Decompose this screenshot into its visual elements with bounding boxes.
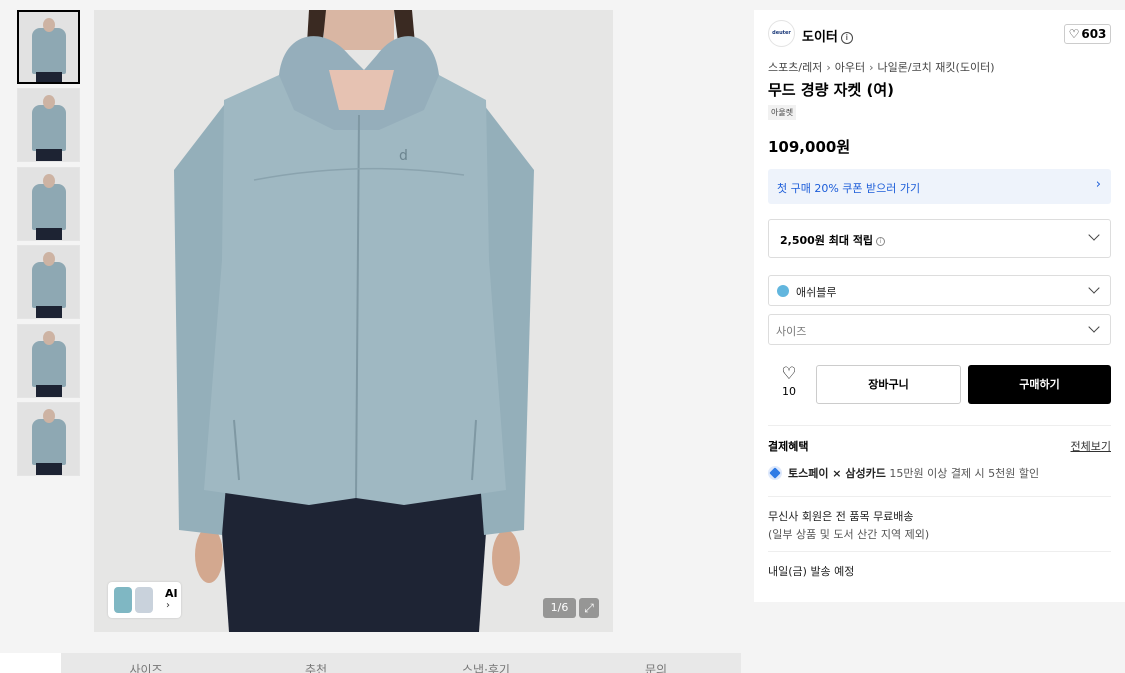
heart-icon: ♡ bbox=[781, 364, 797, 384]
color-select[interactable]: 애쉬블루 bbox=[768, 275, 1111, 306]
view-all-link[interactable]: 전체보기 bbox=[1071, 438, 1111, 454]
thumbnail-5[interactable] bbox=[17, 323, 80, 398]
expand-icon[interactable]: ⤢ bbox=[579, 598, 599, 618]
divider bbox=[768, 425, 1111, 426]
coupon-text: 첫 구매 20% 쿠폰 받으러 가기 bbox=[777, 182, 921, 195]
chevron-right-icon: › bbox=[1095, 177, 1101, 192]
wishlist-count: 10 bbox=[782, 385, 796, 398]
points-dropdown[interactable]: 2,500원 최대 적립 i bbox=[768, 219, 1111, 258]
ai-thumb-image bbox=[114, 587, 132, 613]
tab-bar-spacer bbox=[0, 653, 61, 673]
chevron-down-icon bbox=[1088, 321, 1100, 333]
chevron-down-icon bbox=[1088, 282, 1100, 294]
coupon-banner[interactable]: 첫 구매 20% 쿠폰 받으러 가기 › bbox=[768, 169, 1111, 204]
chevron-down-icon bbox=[1088, 229, 1100, 241]
pay-brand: 토스페이 × 삼성카드 bbox=[788, 467, 886, 480]
breadcrumb-item[interactable]: 스포츠/레저 bbox=[768, 61, 822, 74]
thumbnail-3[interactable] bbox=[17, 166, 80, 241]
info-icon[interactable]: i bbox=[840, 32, 853, 44]
size-select[interactable]: 사이즈 bbox=[768, 314, 1111, 345]
divider bbox=[768, 496, 1111, 497]
heart-icon: ♡ bbox=[1068, 27, 1080, 41]
brand-logo[interactable]: deuter bbox=[768, 20, 795, 47]
color-select-value: 애쉬블루 bbox=[796, 286, 837, 299]
thumbnail-2[interactable] bbox=[17, 88, 80, 163]
ai-label: AI bbox=[165, 587, 178, 600]
product-info-panel: deuter 도이터 i ♡ 603 스포츠/레저 › 아우터 › 나일론/코치 재킷(도이… bbox=[754, 10, 1125, 602]
ai-thumb-image bbox=[135, 587, 153, 613]
detail-tab-bar: 사이즈 추천 스냅·후기 문의 bbox=[61, 653, 741, 673]
payment-benefit-row: 토스페이 × 삼성카드 15만원 이상 결제 시 5천원 할인 bbox=[768, 465, 1039, 481]
payment-benefits-title: 결제혜택 bbox=[768, 440, 809, 453]
brand-row: deuter 도이터 i ♡ 603 bbox=[768, 20, 1111, 48]
brand-name[interactable]: 도이터 i bbox=[802, 26, 853, 45]
wishlist-button[interactable]: ♡ 10 bbox=[768, 365, 810, 403]
thumbnail-list bbox=[17, 10, 80, 480]
brand-like-button[interactable]: ♡ 603 bbox=[1064, 24, 1111, 44]
color-swatch bbox=[777, 285, 789, 297]
breadcrumb-item[interactable]: 아우터 bbox=[835, 61, 865, 74]
divider bbox=[768, 551, 1111, 552]
tab-reviews[interactable]: 스냅·후기 bbox=[401, 653, 571, 673]
points-label: 2,500원 최대 적립 i bbox=[780, 232, 886, 248]
svg-text:d: d bbox=[399, 148, 408, 164]
dispatch-date: 내일(금) 발송 예정 bbox=[768, 565, 855, 578]
pay-description: 15만원 이상 결제 시 5천원 할인 bbox=[889, 467, 1040, 480]
chevron-right-icon: › bbox=[166, 600, 170, 611]
shipping-info: 무신사 회원은 전 품목 무료배송 bbox=[768, 510, 914, 523]
outlet-badge: 아울렛 bbox=[768, 105, 797, 120]
breadcrumb-item[interactable]: 나일론/코치 재킷(도이터) bbox=[878, 61, 995, 74]
buy-now-button[interactable]: 구매하기 bbox=[968, 365, 1111, 404]
tab-inquiry[interactable]: 문의 bbox=[571, 653, 741, 673]
add-to-cart-button[interactable]: 장바구니 bbox=[816, 365, 961, 404]
points-text: 2,500원 최대 적립 bbox=[780, 234, 874, 247]
size-select-placeholder: 사이즈 bbox=[776, 325, 807, 338]
product-title: 무드 경량 자켓 (여) bbox=[768, 81, 894, 99]
thumbnail-4[interactable] bbox=[17, 245, 80, 320]
info-icon[interactable]: i bbox=[876, 237, 886, 246]
tab-size[interactable]: 사이즈 bbox=[61, 653, 231, 673]
chevron-right-icon: › bbox=[869, 61, 874, 74]
tab-recommend[interactable]: 추천 bbox=[231, 653, 401, 673]
chevron-right-icon: › bbox=[826, 61, 831, 74]
ai-recommend-button[interactable]: AI › bbox=[108, 582, 181, 618]
thumbnail-6[interactable] bbox=[17, 401, 80, 476]
thumbnail-1[interactable] bbox=[17, 10, 80, 84]
tosspay-icon bbox=[768, 466, 782, 480]
product-price: 109,000원 bbox=[768, 138, 851, 156]
brand-like-count: 603 bbox=[1081, 27, 1107, 41]
image-counter: 1/6 bbox=[543, 598, 576, 618]
main-product-image[interactable]: d AI › 1/6 ⤢ bbox=[94, 10, 613, 632]
shipping-exception: (일부 상품 및 도서 산간 지역 제외) bbox=[768, 528, 930, 541]
breadcrumb: 스포츠/레저 › 아우터 › 나일론/코치 재킷(도이터) bbox=[768, 59, 995, 75]
jacket-model-illustration: d bbox=[174, 10, 534, 632]
product-page: d AI › 1/6 ⤢ 사이즈 추천 스냅·후기 문의 deuter 도이터 i… bbox=[0, 0, 1125, 673]
brand-name-text[interactable]: 도이터 bbox=[802, 30, 838, 45]
